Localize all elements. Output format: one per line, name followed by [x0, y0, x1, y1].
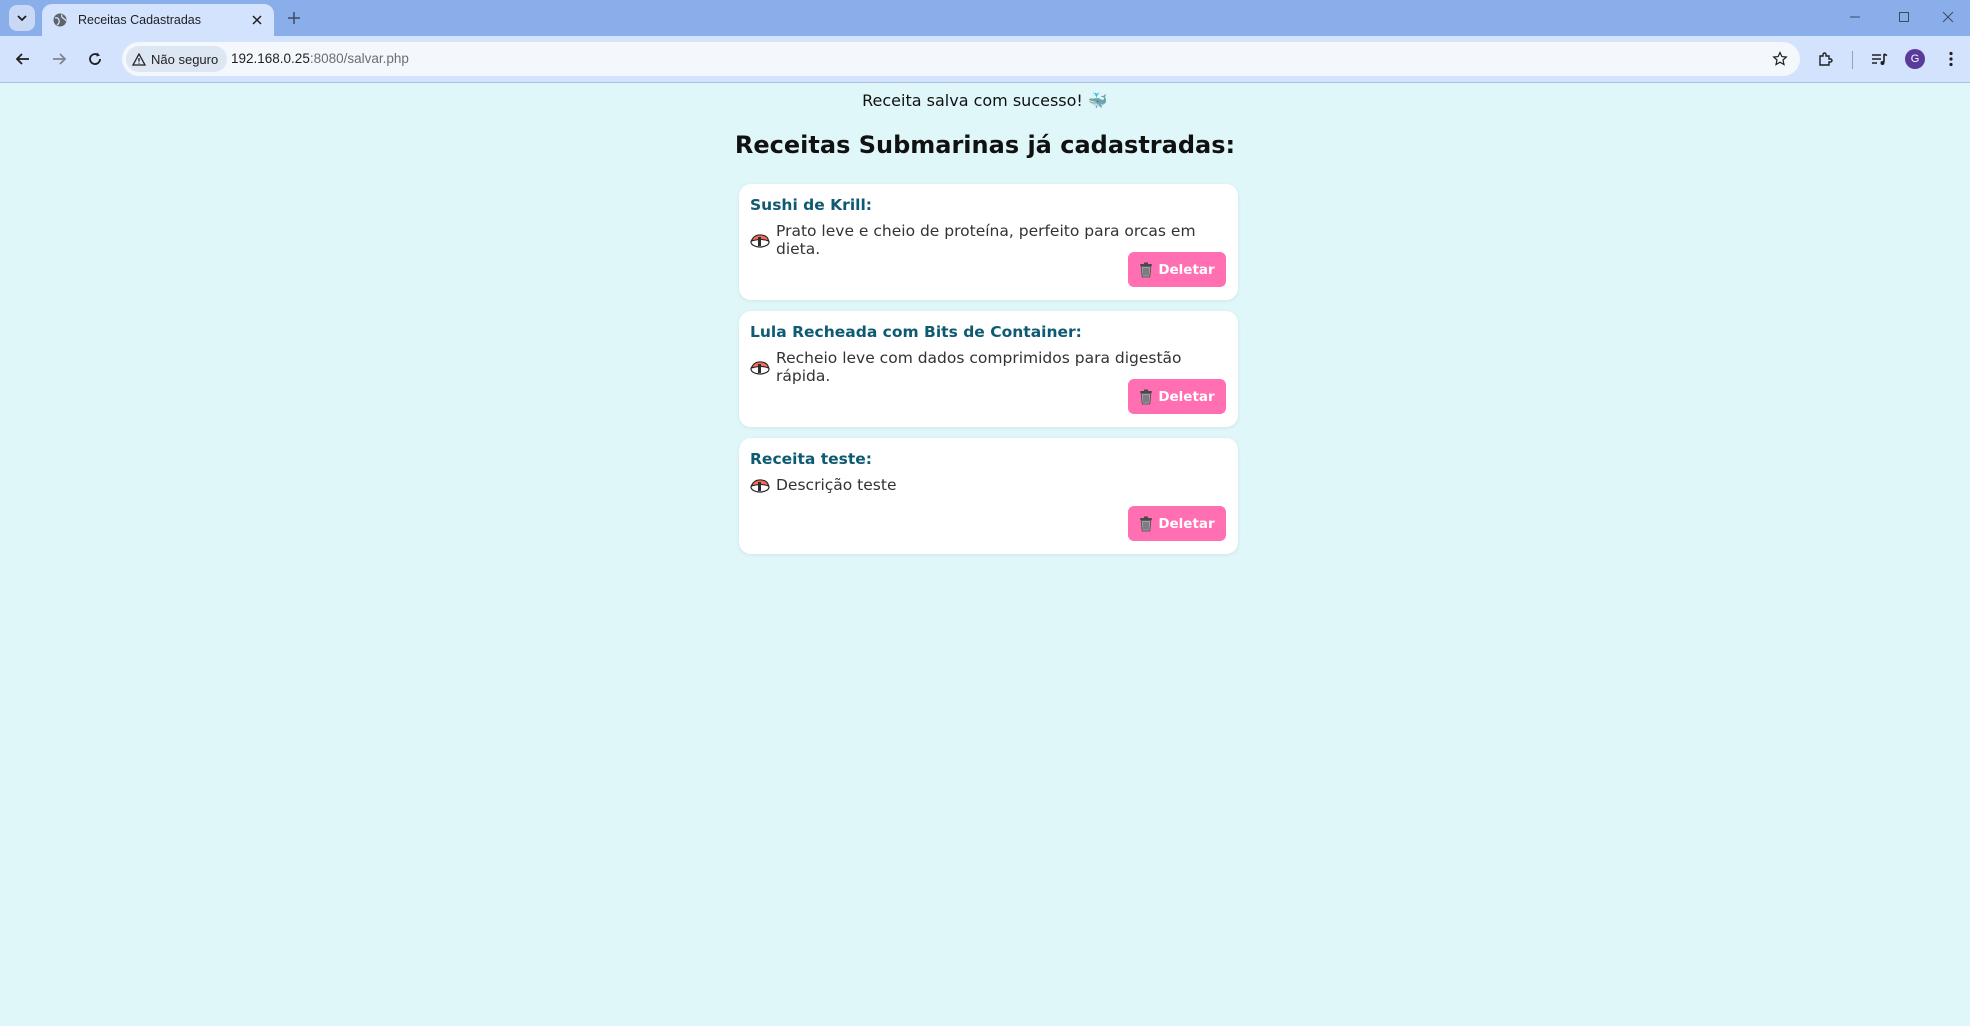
browser-toolbar: Não seguro 192.168.0.25:8080/salvar.php … [0, 36, 1970, 83]
new-tab-button[interactable] [282, 6, 306, 30]
reload-button[interactable] [80, 44, 110, 74]
forward-button[interactable] [44, 44, 74, 74]
delete-label: Deletar [1158, 515, 1215, 532]
recipe-title: Sushi de Krill: [750, 196, 872, 214]
plus-icon [288, 12, 300, 24]
browser-tab[interactable]: Receitas Cadastradas [42, 4, 274, 36]
minimize-icon [1850, 16, 1860, 18]
avatar: G [1905, 49, 1925, 69]
delete-button[interactable]: Deletar [1128, 252, 1226, 287]
recipe-title: Receita teste: [750, 450, 872, 468]
sushi-icon [750, 232, 770, 248]
globe-icon [52, 12, 68, 28]
url-host: 192.168.0.25 [231, 51, 310, 66]
page-title: Receitas Submarinas já cadastradas: [734, 131, 1236, 159]
reload-icon [89, 52, 101, 65]
chevron-down-icon [17, 15, 27, 22]
delete-label: Deletar [1158, 261, 1215, 278]
arrow-right-icon [53, 53, 67, 65]
recipe-description-row: Descrição teste [750, 476, 896, 494]
tab-search-button[interactable] [9, 5, 35, 31]
close-tab-icon[interactable] [248, 11, 266, 29]
kebab-menu-icon [1949, 51, 1953, 67]
recipe-title: Lula Recheada com Bits de Container: [750, 323, 1082, 341]
tab-title: Receitas Cadastradas [78, 13, 201, 27]
sushi-icon [750, 477, 770, 493]
recipe-card: Receita teste: Descrição teste Deletar [739, 438, 1238, 554]
delete-button[interactable]: Deletar [1128, 379, 1226, 414]
recipe-card: Sushi de Krill: Prato leve e cheio de pr… [739, 184, 1238, 300]
close-window-button[interactable] [1926, 4, 1970, 30]
warning-icon [132, 52, 146, 66]
recipe-card: Lula Recheada com Bits de Container: Rec… [739, 311, 1238, 427]
puzzle-icon [1818, 51, 1833, 66]
minimize-button[interactable] [1833, 4, 1877, 30]
maximize-button[interactable] [1882, 4, 1926, 30]
trash-icon [1139, 516, 1153, 532]
page-content: Receita salva com sucesso! 🐳 Receitas Su… [0, 83, 1970, 1026]
menu-button[interactable] [1936, 44, 1966, 74]
security-indicator[interactable]: Não seguro [126, 46, 228, 72]
back-button[interactable] [8, 44, 38, 74]
trash-icon [1139, 389, 1153, 405]
url-path: :8080/salvar.php [309, 51, 409, 66]
url-text: 192.168.0.25:8080/salvar.php [231, 51, 409, 66]
close-icon [1942, 11, 1954, 23]
sushi-icon [750, 359, 770, 375]
success-message: Receita salva com sucesso! 🐳 [862, 91, 1108, 110]
toolbar-divider [1852, 51, 1853, 69]
delete-button[interactable]: Deletar [1128, 506, 1226, 541]
tab-strip: Receitas Cadastradas [0, 0, 1970, 36]
delete-label: Deletar [1158, 388, 1215, 405]
recipe-description: Descrição teste [776, 476, 897, 494]
extensions-button[interactable] [1810, 44, 1840, 74]
playlist-icon [1871, 52, 1887, 65]
arrow-left-icon [15, 53, 29, 65]
media-controls-button[interactable] [1864, 44, 1894, 74]
security-label: Não seguro [151, 51, 219, 67]
trash-icon [1139, 262, 1153, 278]
address-bar[interactable]: Não seguro 192.168.0.25:8080/salvar.php [122, 42, 1800, 76]
bookmark-star-icon[interactable] [1770, 49, 1790, 69]
profile-button[interactable]: G [1900, 44, 1930, 74]
maximize-icon [1899, 12, 1909, 22]
